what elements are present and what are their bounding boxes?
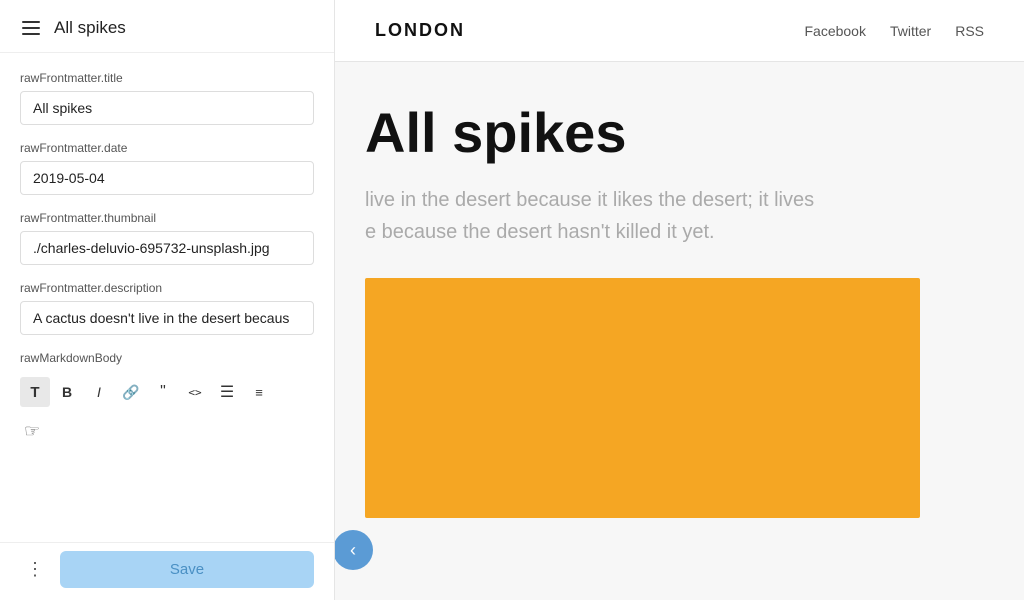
toolbar-code-button[interactable]: <> [180,377,210,407]
toolbar-italic-button[interactable]: I [84,377,114,407]
toolbar-link-button[interactable]: 🔗 [116,377,146,407]
body-field-label: rawMarkdownBody [20,351,314,365]
left-panel: All spikes rawFrontmatter.title rawFront… [0,0,335,600]
thumbnail-input[interactable] [20,231,314,265]
description-input[interactable] [20,301,314,335]
title-input[interactable] [20,91,314,125]
toolbar-ordered-list-button[interactable]: ≡ [244,377,274,407]
article-excerpt: live in the desert because it likes the … [365,184,974,248]
cursor-icon: ☞ [24,421,40,442]
left-header: All spikes [0,0,334,53]
article-thumbnail [365,278,920,518]
date-field-group: rawFrontmatter.date [20,141,314,195]
toolbar-bold-button[interactable]: B [52,377,82,407]
date-field-label: rawFrontmatter.date [20,141,314,155]
date-input[interactable] [20,161,314,195]
left-content: rawFrontmatter.title rawFrontmatter.date… [0,53,334,542]
nav-twitter[interactable]: Twitter [890,23,931,39]
markdown-toolbar: T B I 🔗 " <> ☰ ≡ [20,371,314,411]
more-options-button[interactable]: ⋮ [20,557,50,582]
description-field-group: rawFrontmatter.description [20,281,314,335]
thumbnail-field-label: rawFrontmatter.thumbnail [20,211,314,225]
left-panel-title: All spikes [54,18,126,38]
right-content: All spikes live in the desert because it… [335,62,1024,600]
cursor-area: ☞ [20,417,314,442]
toolbar-quote-button[interactable]: " [148,377,178,407]
nav-links: Facebook Twitter RSS [804,23,984,39]
body-field-group: rawMarkdownBody T B I 🔗 " <> ☰ ≡ ☞ [20,351,314,442]
right-panel: LONDON Facebook Twitter RSS All spikes l… [335,0,1024,600]
title-field-group: rawFrontmatter.title [20,71,314,125]
nav-facebook[interactable]: Facebook [804,23,865,39]
site-title: LONDON [375,20,465,41]
left-footer: ⋮ Save [0,542,334,600]
description-field-label: rawFrontmatter.description [20,281,314,295]
thumbnail-field-group: rawFrontmatter.thumbnail [20,211,314,265]
toolbar-list-button[interactable]: ☰ [212,377,242,407]
hamburger-icon[interactable] [20,19,42,37]
back-button[interactable]: ‹ [335,530,373,570]
article-title: All spikes [365,102,974,164]
toolbar-text-button[interactable]: T [20,377,50,407]
save-button[interactable]: Save [60,551,314,588]
title-field-label: rawFrontmatter.title [20,71,314,85]
right-header: LONDON Facebook Twitter RSS [335,0,1024,62]
nav-rss[interactable]: RSS [955,23,984,39]
